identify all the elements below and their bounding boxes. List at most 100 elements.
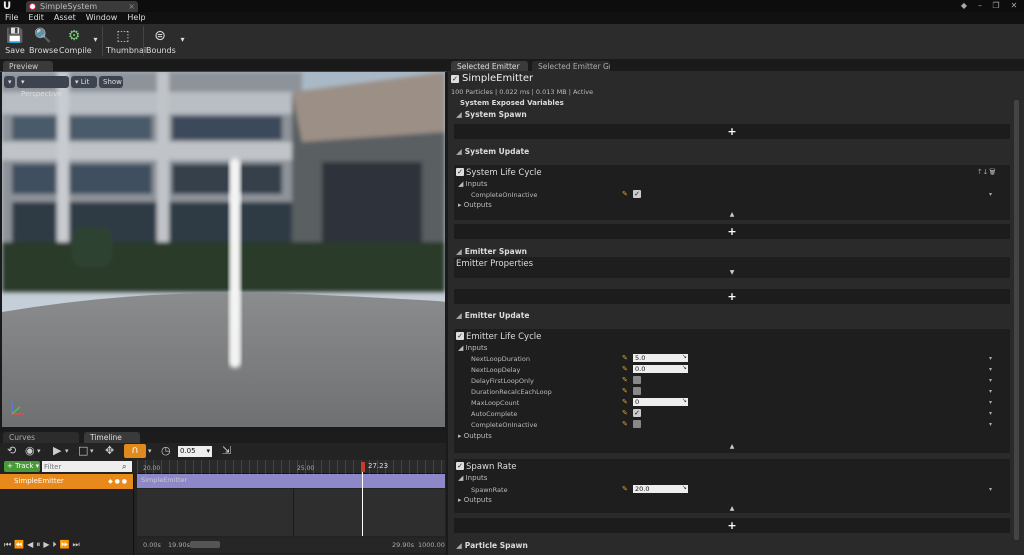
duration-recalc-checkbox[interactable] <box>633 387 641 395</box>
auto-complete-checkbox[interactable]: ✓ <box>633 409 641 417</box>
notification-icon[interactable]: ◆ <box>958 0 970 11</box>
playhead-handle[interactable] <box>361 462 365 472</box>
collapse-icon[interactable]: ▲ <box>454 443 1010 450</box>
edit-pencil-icon[interactable]: ✎ <box>622 365 628 373</box>
timeline-scrollbar[interactable] <box>190 541 220 548</box>
bounds-button[interactable]: ⊜ Bounds <box>146 26 176 58</box>
collapse-icon[interactable]: ▲ <box>454 505 1010 512</box>
add-module-emitter-spawn[interactable]: + <box>454 289 1010 304</box>
prop-dropdown-icon[interactable]: ▾ <box>989 410 992 417</box>
timeline-track-area[interactable] <box>137 489 445 536</box>
section-particle-spawn[interactable]: ◢ Particle Spawn <box>456 541 528 550</box>
emitter-life-cycle-checkbox[interactable]: ✓ <box>456 332 464 340</box>
edit-pencil-icon[interactable]: ✎ <box>622 485 628 493</box>
stop-icon[interactable]: □ <box>78 444 88 458</box>
expand-icon[interactable]: ▼ <box>454 269 1010 276</box>
section-system-spawn[interactable]: ◢ System Spawn <box>456 110 527 119</box>
lit-button[interactable]: ▾ Lit <box>71 76 97 88</box>
next-loop-delay-input[interactable]: 0.0 <box>633 364 688 373</box>
add-module-system-update[interactable]: + <box>454 224 1010 239</box>
module-emitter-properties[interactable]: Emitter Properties ▼ <box>454 257 1010 278</box>
keyframe-icon[interactable]: ⇲ <box>222 444 231 458</box>
prop-dropdown-icon[interactable]: ▾ <box>989 191 992 198</box>
preview-viewport[interactable] <box>2 72 445 427</box>
bounds-options-dropdown[interactable]: ▾ <box>178 26 187 58</box>
tab-curves[interactable]: Curves <box>3 432 79 443</box>
system-life-cycle-outputs[interactable]: ▸ Outputs <box>458 201 492 209</box>
close-tab-icon[interactable]: × <box>128 1 135 12</box>
snap-magnet-icon[interactable]: ∩ <box>124 444 146 458</box>
emitter-life-cycle-outputs[interactable]: ▸ Outputs <box>458 432 492 440</box>
tab-timeline[interactable]: Timeline <box>84 432 140 443</box>
menu-edit[interactable]: Edit <box>23 12 49 24</box>
save-button[interactable]: 💾 Save <box>3 26 27 58</box>
edit-pencil-icon[interactable]: ✎ <box>622 398 628 406</box>
prop-dropdown-icon[interactable]: ▾ <box>989 421 992 428</box>
viewport-options-dropdown[interactable]: ▾ <box>4 76 15 88</box>
collapse-icon[interactable]: ▲ <box>454 211 1010 218</box>
clock-icon[interactable]: ◷ <box>161 444 171 458</box>
track-filter-input[interactable] <box>42 461 132 472</box>
jump-start-icon[interactable]: ⏮ <box>4 540 14 549</box>
edit-pencil-icon[interactable]: ✎ <box>622 409 628 417</box>
section-emitter-spawn[interactable]: ◢ Emitter Spawn <box>456 247 527 256</box>
emitter-track-row[interactable]: SimpleEmitter ◆ ● ● <box>0 474 133 489</box>
thumbnail-button[interactable]: ⬚ Thumbnail <box>106 26 148 58</box>
spawn-rate-input[interactable]: 20.0 <box>633 484 688 493</box>
system-life-cycle-checkbox[interactable]: ✓ <box>456 168 464 176</box>
show-button[interactable]: Show <box>99 76 123 88</box>
section-emitter-update[interactable]: ◢ Emitter Update <box>456 311 529 320</box>
track-options-icon[interactable]: ◆ ● ● <box>108 474 127 489</box>
perspective-button[interactable]: ▾ Perspective <box>17 76 69 98</box>
spawn-rate-outputs[interactable]: ▸ Outputs <box>458 496 492 504</box>
camera-icon[interactable]: ◉ <box>25 444 35 458</box>
edit-pencil-icon[interactable]: ✎ <box>622 376 628 384</box>
menu-file[interactable]: File <box>0 12 23 24</box>
minimize-icon[interactable]: – <box>974 0 986 11</box>
emitter-life-cycle-inputs[interactable]: ◢ Inputs <box>458 344 487 352</box>
browse-button[interactable]: 🔍 Browse <box>29 26 58 58</box>
details-scrollbar[interactable] <box>1014 100 1019 540</box>
add-module-emitter-update[interactable]: + <box>454 518 1010 533</box>
edit-pencil-icon[interactable]: ✎ <box>622 420 628 428</box>
step-back-icon[interactable]: ◀ <box>27 540 36 549</box>
stop-dropdown-icon[interactable]: ▾ <box>90 444 94 458</box>
play-options-icon[interactable]: ▶ <box>53 444 61 458</box>
emitter-enabled-checkbox[interactable]: ✓ <box>451 75 459 83</box>
snap-dropdown-icon[interactable]: ▾ <box>148 444 152 458</box>
system-life-cycle-inputs[interactable]: ◢ Inputs <box>458 180 487 188</box>
edit-pencil-icon[interactable]: ✎ <box>622 387 628 395</box>
emitter-timeline-bar[interactable]: SimpleEmitter <box>137 474 445 488</box>
jump-end-icon[interactable]: ⏭ <box>72 540 82 549</box>
prop-dropdown-icon[interactable]: ▾ <box>989 486 992 493</box>
add-module-system-spawn[interactable]: + <box>454 124 1010 139</box>
prop-dropdown-icon[interactable]: ▾ <box>989 377 992 384</box>
complete-on-inactive-checkbox[interactable] <box>633 420 641 428</box>
edit-pencil-icon[interactable]: ✎ <box>622 354 628 362</box>
complete-on-inactive-checkbox[interactable]: ✓ <box>633 190 641 198</box>
edit-pencil-icon[interactable]: ✎ <box>622 190 628 198</box>
camera-dropdown-icon[interactable]: ▾ <box>37 444 41 458</box>
menu-help[interactable]: Help <box>122 12 150 24</box>
spawn-rate-inputs[interactable]: ◢ Inputs <box>458 474 487 482</box>
close-window-icon[interactable]: ✕ <box>1008 0 1020 11</box>
prop-dropdown-icon[interactable]: ▾ <box>989 388 992 395</box>
asset-tab[interactable]: SimpleSystem × <box>26 1 138 12</box>
delete-icon[interactable]: 🗑 <box>989 168 997 176</box>
compile-options-dropdown[interactable]: ▾ <box>91 26 100 58</box>
prop-dropdown-icon[interactable]: ▾ <box>989 399 992 406</box>
prop-dropdown-icon[interactable]: ▾ <box>989 355 992 362</box>
add-track-button[interactable]: + Track ▾ <box>4 461 40 472</box>
section-system-update[interactable]: ◢ System Update <box>456 147 529 156</box>
next-loop-duration-input[interactable]: 5.0 <box>633 353 688 362</box>
spawn-rate-checkbox[interactable]: ✓ <box>456 462 464 470</box>
maximize-icon[interactable]: ❐ <box>990 0 1002 11</box>
play-dropdown-icon[interactable]: ▾ <box>65 444 69 458</box>
delay-first-loop-only-checkbox[interactable] <box>633 376 641 384</box>
loop-icon[interactable]: ⟲ <box>7 444 16 458</box>
prop-dropdown-icon[interactable]: ▾ <box>989 366 992 373</box>
prev-key-icon[interactable]: ⏪ <box>14 540 27 549</box>
max-loop-count-input[interactable]: 0 <box>633 397 688 406</box>
transform-icon[interactable]: ✥ <box>105 444 114 458</box>
menu-window[interactable]: Window <box>81 12 123 24</box>
